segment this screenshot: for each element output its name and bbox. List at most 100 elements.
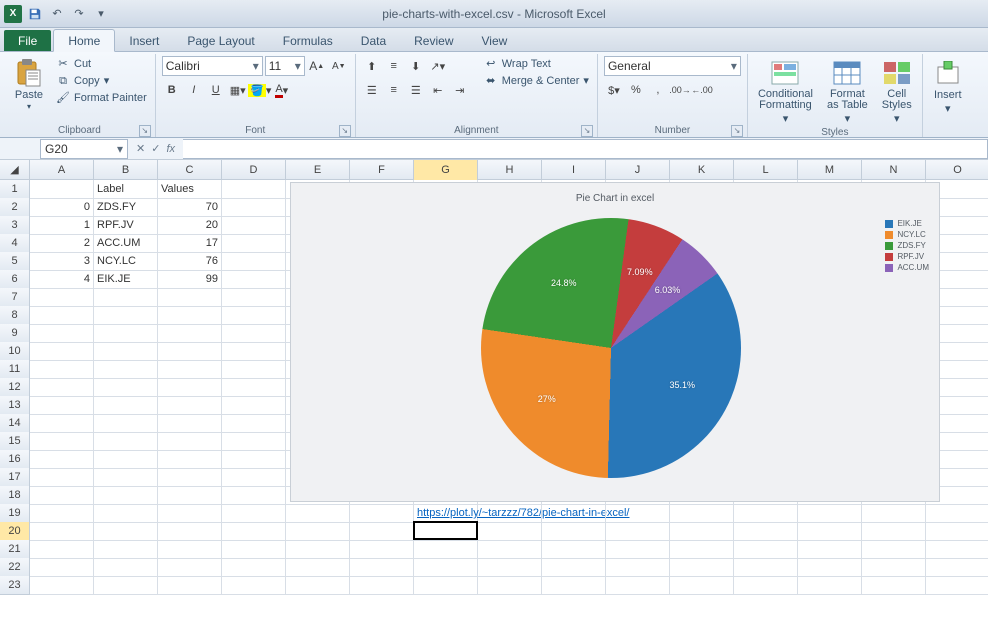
tab-data[interactable]: Data bbox=[347, 30, 400, 51]
cell-A19[interactable] bbox=[30, 504, 94, 523]
cell-O20[interactable] bbox=[926, 522, 988, 541]
cell-N21[interactable] bbox=[862, 540, 926, 559]
cell-K19[interactable] bbox=[670, 504, 734, 523]
decrease-indent-icon[interactable]: ⇤ bbox=[428, 80, 448, 100]
cell-D8[interactable] bbox=[222, 306, 286, 325]
cell-C16[interactable] bbox=[158, 450, 222, 469]
cell-C2[interactable]: 70 bbox=[158, 198, 222, 217]
cell-A4[interactable]: 2 bbox=[30, 234, 94, 253]
cell-C6[interactable]: 99 bbox=[158, 270, 222, 289]
cell-D23[interactable] bbox=[222, 576, 286, 595]
cell-D9[interactable] bbox=[222, 324, 286, 343]
cell-B8[interactable] bbox=[94, 306, 158, 325]
row-header-7[interactable]: 7 bbox=[0, 288, 30, 307]
cell-G22[interactable] bbox=[414, 558, 478, 577]
cell-D18[interactable] bbox=[222, 486, 286, 505]
name-box[interactable]: G20 ▾ bbox=[40, 139, 128, 159]
cell-G23[interactable] bbox=[414, 576, 478, 595]
cell-B7[interactable] bbox=[94, 288, 158, 307]
tab-home[interactable]: Home bbox=[53, 29, 115, 52]
percent-button[interactable]: % bbox=[626, 80, 646, 100]
col-B[interactable]: B bbox=[94, 160, 158, 180]
align-middle-icon[interactable]: ≡ bbox=[384, 56, 404, 76]
format-painter-button[interactable]: 🖌 Format Painter bbox=[54, 90, 149, 106]
cell-B23[interactable] bbox=[94, 576, 158, 595]
cell-B18[interactable] bbox=[94, 486, 158, 505]
row-header-2[interactable]: 2 bbox=[0, 198, 30, 217]
cell-D2[interactable] bbox=[222, 198, 286, 217]
row-header-13[interactable]: 13 bbox=[0, 396, 30, 415]
cell-D7[interactable] bbox=[222, 288, 286, 307]
pie-chart[interactable]: Pie Chart in excel EIK.JENCY.LCZDS.FYRPF… bbox=[290, 182, 940, 502]
font-launcher-icon[interactable]: ↘ bbox=[339, 125, 351, 137]
cell-D4[interactable] bbox=[222, 234, 286, 253]
cell-E20[interactable] bbox=[286, 522, 350, 541]
cell-C4[interactable]: 17 bbox=[158, 234, 222, 253]
cell-M21[interactable] bbox=[798, 540, 862, 559]
cell-C11[interactable] bbox=[158, 360, 222, 379]
cell-D21[interactable] bbox=[222, 540, 286, 559]
cell-B10[interactable] bbox=[94, 342, 158, 361]
row-header-21[interactable]: 21 bbox=[0, 540, 30, 559]
cell-I19[interactable] bbox=[542, 504, 606, 523]
cell-B12[interactable] bbox=[94, 378, 158, 397]
tab-formulas[interactable]: Formulas bbox=[269, 30, 347, 51]
qat-customize-icon[interactable]: ▾ bbox=[92, 5, 110, 23]
cell-D12[interactable] bbox=[222, 378, 286, 397]
row-header-23[interactable]: 23 bbox=[0, 576, 30, 595]
fx-icon[interactable]: fx bbox=[166, 143, 175, 155]
cell-C5[interactable]: 76 bbox=[158, 252, 222, 271]
cell-C7[interactable] bbox=[158, 288, 222, 307]
currency-button[interactable]: $▾ bbox=[604, 80, 624, 100]
font-name-combo[interactable]: Calibri▾ bbox=[162, 56, 263, 76]
chevron-down-icon[interactable]: ▾ bbox=[117, 142, 123, 156]
underline-button[interactable]: U bbox=[206, 80, 226, 100]
cell-C19[interactable] bbox=[158, 504, 222, 523]
cell-C20[interactable] bbox=[158, 522, 222, 541]
col-M[interactable]: M bbox=[798, 160, 862, 180]
cell-C8[interactable] bbox=[158, 306, 222, 325]
cell-D16[interactable] bbox=[222, 450, 286, 469]
cell-B5[interactable]: NCY.LC bbox=[94, 252, 158, 271]
row-header-1[interactable]: 1 bbox=[0, 180, 30, 199]
cell-F20[interactable] bbox=[350, 522, 414, 541]
merge-center-button[interactable]: ⬌ Merge & Center ▾ bbox=[482, 73, 591, 89]
cell-M19[interactable] bbox=[798, 504, 862, 523]
cell-B21[interactable] bbox=[94, 540, 158, 559]
cell-A8[interactable] bbox=[30, 306, 94, 325]
tab-view[interactable]: View bbox=[468, 30, 522, 51]
cell-B16[interactable] bbox=[94, 450, 158, 469]
cell-D13[interactable] bbox=[222, 396, 286, 415]
cell-D17[interactable] bbox=[222, 468, 286, 487]
formula-input[interactable] bbox=[183, 139, 988, 159]
cell-A13[interactable] bbox=[30, 396, 94, 415]
row-header-11[interactable]: 11 bbox=[0, 360, 30, 379]
cell-D15[interactable] bbox=[222, 432, 286, 451]
cell-C17[interactable] bbox=[158, 468, 222, 487]
cell-H23[interactable] bbox=[478, 576, 542, 595]
select-all-corner[interactable]: ◢ bbox=[0, 160, 30, 180]
clipboard-launcher-icon[interactable]: ↘ bbox=[139, 125, 151, 137]
cell-D3[interactable] bbox=[222, 216, 286, 235]
conditional-formatting-button[interactable]: Conditional Formatting▾ bbox=[754, 56, 817, 127]
cell-K21[interactable] bbox=[670, 540, 734, 559]
cell-A14[interactable] bbox=[30, 414, 94, 433]
row-header-6[interactable]: 6 bbox=[0, 270, 30, 289]
cell-J22[interactable] bbox=[606, 558, 670, 577]
border-button[interactable]: ▦▾ bbox=[228, 80, 248, 100]
cell-B17[interactable] bbox=[94, 468, 158, 487]
cell-B11[interactable] bbox=[94, 360, 158, 379]
row-header-15[interactable]: 15 bbox=[0, 432, 30, 451]
cell-J20[interactable] bbox=[606, 522, 670, 541]
cell-J21[interactable] bbox=[606, 540, 670, 559]
cell-B1[interactable]: Label bbox=[94, 180, 158, 199]
cell-G19[interactable]: https://plot.ly/~tarzzz/782/pie-chart-in… bbox=[414, 504, 478, 523]
cell-O22[interactable] bbox=[926, 558, 988, 577]
row-header-8[interactable]: 8 bbox=[0, 306, 30, 325]
cell-I22[interactable] bbox=[542, 558, 606, 577]
col-I[interactable]: I bbox=[542, 160, 606, 180]
cell-M20[interactable] bbox=[798, 522, 862, 541]
cell-L21[interactable] bbox=[734, 540, 798, 559]
format-as-table-button[interactable]: Format as Table▾ bbox=[823, 56, 872, 127]
font-color-button[interactable]: A▾ bbox=[272, 80, 292, 100]
